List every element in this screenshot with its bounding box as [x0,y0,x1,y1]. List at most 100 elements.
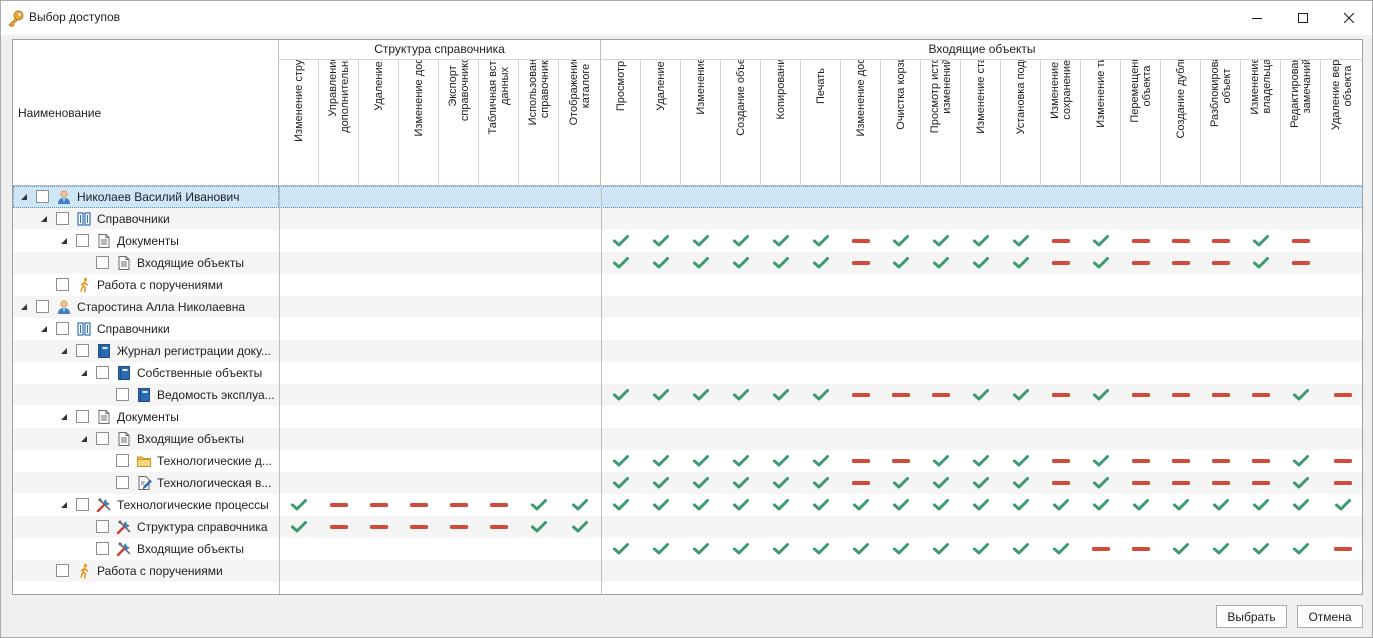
permission-cell[interactable] [1201,494,1241,516]
permission-cell[interactable] [1201,450,1241,472]
column-header[interactable]: Изменение доступа [399,60,439,186]
permission-cell[interactable] [1321,384,1362,406]
permission-cell[interactable] [1321,494,1362,516]
permission-cell[interactable] [1161,450,1201,472]
permission-cell[interactable] [1201,538,1241,560]
close-button[interactable] [1326,1,1372,35]
row-checkbox[interactable] [96,366,109,379]
permission-cell[interactable] [961,494,1001,516]
permission-cell[interactable] [641,384,681,406]
tree-row[interactable]: Технологическая в... [13,472,1362,494]
column-header[interactable]: Изменение владельца [1241,60,1281,186]
permission-cell[interactable] [961,384,1001,406]
expander-icon[interactable] [60,501,68,509]
permission-cell[interactable] [1201,472,1241,494]
permission-cell[interactable] [1041,252,1081,274]
tree-row[interactable]: Технологические процессы [13,494,1362,516]
permission-cell[interactable] [881,538,921,560]
name-cell[interactable]: Входящие объекты [13,252,279,274]
maximize-button[interactable] [1280,1,1326,35]
expander-icon[interactable] [40,325,48,333]
tree-row[interactable]: Входящие объекты [13,538,1362,560]
permission-cell[interactable] [1081,494,1121,516]
permission-cell[interactable] [559,494,601,516]
permission-cell[interactable] [319,494,359,516]
permission-cell[interactable] [1041,494,1081,516]
column-header[interactable]: Изменение доступа [841,60,881,186]
permission-cell[interactable] [1161,230,1201,252]
select-button[interactable]: Выбрать [1216,605,1287,628]
column-header[interactable]: Создание объектов [721,60,761,186]
column-header[interactable]: Изменение с сохранением [1041,60,1081,186]
permission-cell[interactable] [1001,450,1041,472]
permission-cell[interactable] [1001,472,1041,494]
tree-row[interactable]: Документы [13,406,1362,428]
permission-cell[interactable] [801,252,841,274]
permission-cell[interactable] [721,252,761,274]
permission-cell[interactable] [1081,472,1121,494]
column-header[interactable]: Просмотр [601,60,641,186]
permission-cell[interactable] [961,230,1001,252]
row-checkbox[interactable] [96,256,109,269]
permission-cell[interactable] [641,252,681,274]
column-header[interactable]: Удаление версии объекта [1321,60,1362,186]
row-checkbox[interactable] [56,278,69,291]
permission-cell[interactable] [439,516,479,538]
permission-cell[interactable] [721,494,761,516]
name-cell[interactable]: Справочники [13,318,279,340]
permission-cell[interactable] [1321,538,1362,560]
permission-cell[interactable] [761,450,801,472]
permission-cell[interactable] [1201,230,1241,252]
permission-cell[interactable] [1241,384,1281,406]
permission-cell[interactable] [841,384,881,406]
permission-cell[interactable] [801,494,841,516]
permission-cell[interactable] [1081,384,1121,406]
permission-cell[interactable] [1121,450,1161,472]
permission-cell[interactable] [1281,252,1321,274]
permission-cell[interactable] [721,450,761,472]
row-checkbox[interactable] [96,520,109,533]
permission-cell[interactable] [359,494,399,516]
permission-cell[interactable] [641,230,681,252]
permission-cell[interactable] [1041,230,1081,252]
column-header[interactable]: Удаление [359,60,399,186]
permission-cell[interactable] [721,538,761,560]
permission-cell[interactable] [841,494,881,516]
column-header[interactable]: Просмотр истории изменений [921,60,961,186]
permission-cell[interactable] [761,384,801,406]
permission-cell[interactable] [1001,538,1041,560]
permission-cell[interactable] [1081,230,1121,252]
permission-cell[interactable] [1281,450,1321,472]
permission-cell[interactable] [1081,538,1121,560]
permission-cell[interactable] [601,494,641,516]
permission-cell[interactable] [801,472,841,494]
permission-cell[interactable] [921,538,961,560]
permission-cell[interactable] [399,494,439,516]
column-header[interactable]: Копирование [761,60,801,186]
row-checkbox[interactable] [116,476,129,489]
permission-cell[interactable] [1161,494,1201,516]
permission-cell[interactable] [1281,472,1321,494]
row-checkbox[interactable] [36,300,49,313]
tree-row[interactable]: Работа с поручениями [13,274,1362,296]
permission-cell[interactable] [1081,252,1121,274]
permission-cell[interactable] [1041,538,1081,560]
permission-cell[interactable] [601,230,641,252]
expander-icon[interactable] [60,413,68,421]
permission-cell[interactable] [761,538,801,560]
permission-cell[interactable] [641,450,681,472]
column-header[interactable]: Удаление [641,60,681,186]
row-checkbox[interactable] [36,190,49,203]
row-checkbox[interactable] [76,498,89,511]
permission-cell[interactable] [1241,252,1281,274]
column-header[interactable]: Редактирование замечаний [1281,60,1321,186]
tree-row[interactable]: Собственные объекты [13,362,1362,384]
permission-cell[interactable] [1281,494,1321,516]
permission-cell[interactable] [1281,538,1321,560]
permission-cell[interactable] [279,494,319,516]
permission-cell[interactable] [601,252,641,274]
permission-cell[interactable] [1041,472,1081,494]
permission-cell[interactable] [681,230,721,252]
name-cell[interactable]: Структура справочника [13,516,279,538]
permission-cell[interactable] [761,230,801,252]
